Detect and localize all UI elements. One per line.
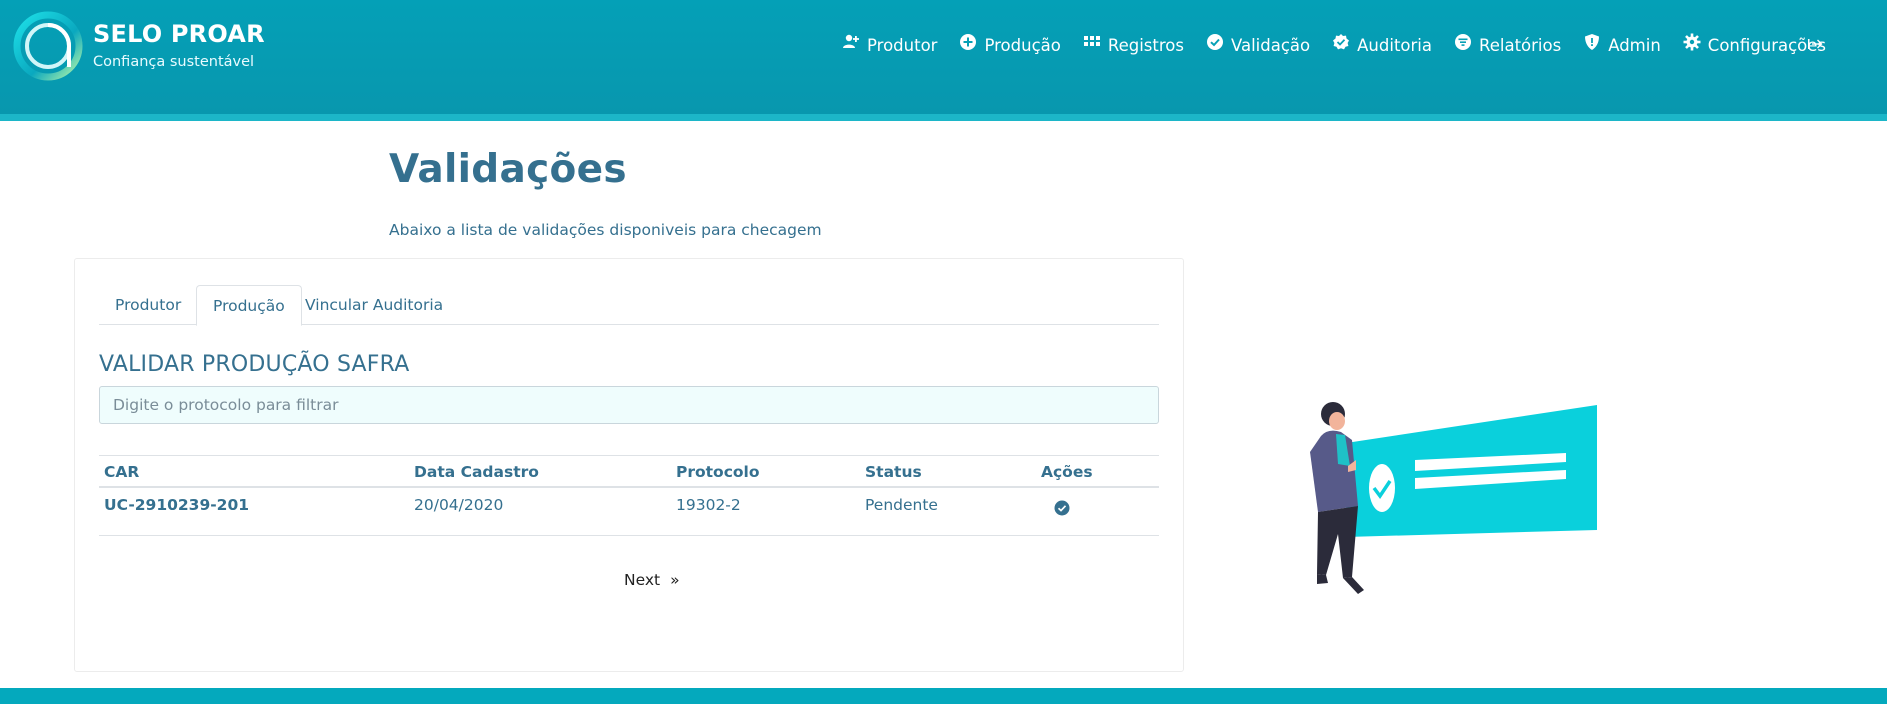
validation-illustration [1310, 402, 1597, 594]
brand-subtitle: Confiança sustentável [93, 54, 255, 70]
tab-producao[interactable]: Produção [196, 285, 302, 326]
header-accent-strip [0, 114, 1887, 121]
protocol-filter-input[interactable] [99, 386, 1159, 424]
tab-produtor[interactable]: Produtor [99, 285, 197, 326]
tab-vincular-auditoria[interactable]: Vincular Auditoria [289, 285, 459, 326]
nav-label: Produtor [867, 35, 938, 55]
nav-item-auditoria[interactable]: Auditoria [1332, 34, 1432, 55]
nav-item-producao[interactable]: Produção [959, 34, 1061, 55]
section-title: VALIDAR PRODUÇÃO SAFRA [99, 352, 410, 377]
column-header-data-cadastro: Data Cadastro [414, 463, 539, 481]
column-header-acoes: Ações [1041, 463, 1093, 481]
table-header: CAR Data Cadastro Protocolo Status Ações [99, 455, 1159, 488]
validate-check-icon[interactable] [1054, 500, 1070, 516]
nav-item-admin[interactable]: Admin [1583, 34, 1661, 55]
page-subtitle: Abaixo a lista de validações disponiveis… [389, 221, 822, 239]
selo-proar-logo[interactable] [12, 10, 84, 82]
column-header-status: Status [865, 463, 922, 481]
nav-item-configuracoes[interactable]: Configurações [1683, 33, 1826, 55]
badge-check-icon [1333, 34, 1350, 50]
top-header: SELO PROAR Confiança sustentável Produto… [0, 0, 1887, 114]
pagination-next-arrows: » [670, 571, 680, 589]
validation-table: CAR Data Cadastro Protocolo Status Ações… [99, 455, 1159, 536]
nav-label: Validação [1230, 35, 1311, 55]
page-title: Validações [389, 147, 627, 192]
check-circle-icon [1206, 34, 1223, 50]
cell-data-cadastro: 20/04/2020 [414, 496, 504, 514]
validation-card: Produtor Produção Vincular Auditoria VAL… [74, 258, 1184, 672]
nav-label: Auditoria [1357, 35, 1432, 55]
nav-label: Relatórios [1479, 35, 1562, 55]
user-plus-icon [843, 34, 859, 48]
nav-label: Registros [1107, 35, 1184, 55]
tabs: Produtor Produção Vincular Auditoria [99, 285, 1159, 326]
cell-protocolo: 19302-2 [676, 496, 741, 514]
pagination-next-label: Next [624, 571, 661, 589]
gear-icon [1683, 33, 1701, 51]
nav-item-relatorios[interactable]: Relatórios [1454, 34, 1562, 55]
nav-label: Produção [984, 35, 1061, 55]
nav-item-produtor[interactable]: Produtor [842, 34, 938, 55]
filter-circle-icon [1455, 34, 1471, 50]
brand-title: SELO PROAR [93, 20, 265, 48]
cell-status: Pendente [865, 496, 938, 514]
plus-circle-icon [960, 34, 977, 50]
nav-item-registros[interactable]: Registros [1083, 36, 1184, 55]
column-header-protocolo: Protocolo [676, 463, 760, 481]
shield-icon [1585, 34, 1600, 50]
nav-item-validacao[interactable]: Validação [1206, 34, 1311, 55]
pagination-next[interactable]: Next » [624, 571, 680, 589]
footer-strip [0, 688, 1887, 704]
nav-label: Admin [1608, 35, 1661, 55]
table-row: UC-2910239-201 20/04/2020 19302-2 Penden… [99, 488, 1159, 536]
cell-car: UC-2910239-201 [104, 496, 250, 514]
grid-icon [1083, 36, 1100, 46]
logout-icon[interactable] [1806, 35, 1824, 53]
column-header-car: CAR [104, 463, 140, 481]
main-nav: Produtor Produção Registros Validação Au… [842, 30, 1848, 60]
